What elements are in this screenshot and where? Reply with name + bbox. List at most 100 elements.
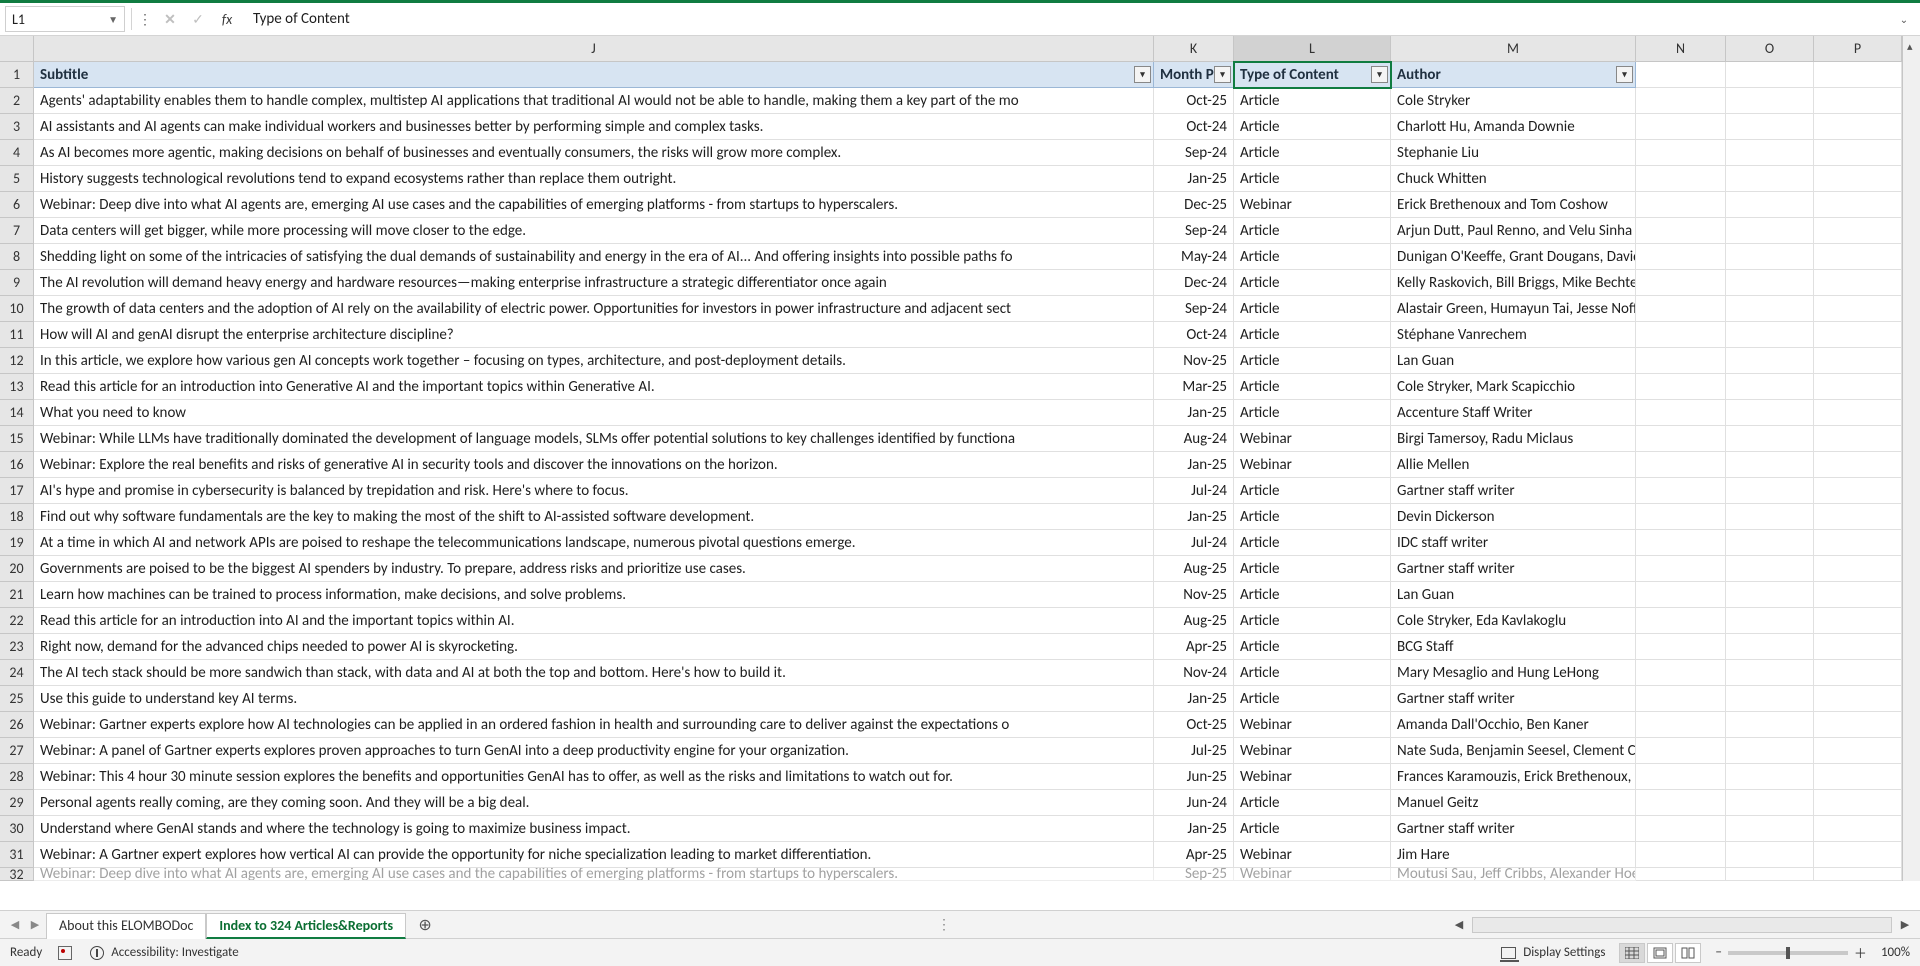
cell-N13[interactable] xyxy=(1636,374,1726,400)
tab-split-handle[interactable]: ⋮ xyxy=(931,916,955,933)
vscroll-track[interactable] xyxy=(1902,634,1920,660)
cell-author[interactable]: Charlott Hu, Amanda Downie xyxy=(1391,114,1636,140)
cell-N9[interactable] xyxy=(1636,270,1726,296)
spreadsheet-area[interactable]: JKLMNOP1Subtitle▾Month P▾Type of Content… xyxy=(0,36,1920,910)
cell-subtitle[interactable]: Webinar: A panel of Gartner experts expl… xyxy=(34,738,1154,764)
filter-icon[interactable]: ▾ xyxy=(1371,66,1388,83)
cell-P18[interactable] xyxy=(1814,504,1902,530)
cell-month[interactable]: Jul-24 xyxy=(1154,478,1234,504)
cell-month[interactable]: May-24 xyxy=(1154,244,1234,270)
row-header-2[interactable]: 2 xyxy=(0,88,34,114)
cell-P13[interactable] xyxy=(1814,374,1902,400)
column-header-M[interactable]: M xyxy=(1391,36,1636,62)
cell-P24[interactable] xyxy=(1814,660,1902,686)
row-header-5[interactable]: 5 xyxy=(0,166,34,192)
zoom-in-icon[interactable]: ＋ xyxy=(1854,943,1867,962)
cell-O3[interactable] xyxy=(1726,114,1814,140)
cell-P19[interactable] xyxy=(1814,530,1902,556)
cell-subtitle[interactable]: The AI tech stack should be more sandwic… xyxy=(34,660,1154,686)
cell-P10[interactable] xyxy=(1814,296,1902,322)
cell-month[interactable]: Sep-24 xyxy=(1154,218,1234,244)
column-header-N[interactable]: N xyxy=(1636,36,1726,62)
cell-O17[interactable] xyxy=(1726,478,1814,504)
cell-O22[interactable] xyxy=(1726,608,1814,634)
cell-type[interactable]: Article xyxy=(1234,88,1391,114)
cell-author[interactable]: Stephanie Liu xyxy=(1391,140,1636,166)
cell-subtitle[interactable]: Read this article for an introduction in… xyxy=(34,608,1154,634)
cell-type[interactable]: Article xyxy=(1234,140,1391,166)
cell-type[interactable]: Webinar xyxy=(1234,426,1391,452)
cell-P23[interactable] xyxy=(1814,634,1902,660)
row-header-4[interactable]: 4 xyxy=(0,140,34,166)
cell-subtitle[interactable]: History suggests technological revolutio… xyxy=(34,166,1154,192)
row-header-23[interactable]: 23 xyxy=(0,634,34,660)
vscroll-track[interactable] xyxy=(1902,608,1920,634)
cell-month[interactable]: Jan-25 xyxy=(1154,452,1234,478)
cell-author[interactable]: Gartner staff writer xyxy=(1391,556,1636,582)
cell-N21[interactable] xyxy=(1636,582,1726,608)
cell-N2[interactable] xyxy=(1636,88,1726,114)
cell-P26[interactable] xyxy=(1814,712,1902,738)
vscroll-track[interactable] xyxy=(1902,712,1920,738)
row-header-18[interactable]: 18 xyxy=(0,504,34,530)
cell-type[interactable]: Article xyxy=(1234,374,1391,400)
filter-icon[interactable]: ▾ xyxy=(1214,66,1231,83)
row-header-24[interactable]: 24 xyxy=(0,660,34,686)
cell-month[interactable]: Jan-25 xyxy=(1154,686,1234,712)
zoom-thumb[interactable] xyxy=(1786,947,1790,959)
cell-type[interactable]: Webinar xyxy=(1234,192,1391,218)
column-header-P[interactable]: P xyxy=(1814,36,1902,62)
cell-N26[interactable] xyxy=(1636,712,1726,738)
cell-P17[interactable] xyxy=(1814,478,1902,504)
cell-N16[interactable] xyxy=(1636,452,1726,478)
zoom-slider[interactable]: − ＋ xyxy=(1715,943,1867,962)
cell-type[interactable]: Webinar xyxy=(1234,764,1391,790)
cell-N15[interactable] xyxy=(1636,426,1726,452)
cell-subtitle[interactable]: Webinar: Deep dive into what AI agents a… xyxy=(34,192,1154,218)
cell-O8[interactable] xyxy=(1726,244,1814,270)
vscroll-track[interactable] xyxy=(1902,478,1920,504)
cell-author[interactable]: Cole Stryker, Eda Kavlakoglu xyxy=(1391,608,1636,634)
row-header-17[interactable]: 17 xyxy=(0,478,34,504)
row-header-10[interactable]: 10 xyxy=(0,296,34,322)
cell-subtitle[interactable]: AI assistants and AI agents can make ind… xyxy=(34,114,1154,140)
cell-P6[interactable] xyxy=(1814,192,1902,218)
row-header-28[interactable]: 28 xyxy=(0,764,34,790)
cell-subtitle[interactable]: Right now, demand for the advanced chips… xyxy=(34,634,1154,660)
cell-O29[interactable] xyxy=(1726,790,1814,816)
vscroll-track[interactable] xyxy=(1902,270,1920,296)
cell-author[interactable]: Frances Karamouzis, Erick Brethenoux, He… xyxy=(1391,764,1636,790)
cell-type[interactable]: Article xyxy=(1234,218,1391,244)
cell-N23[interactable] xyxy=(1636,634,1726,660)
cell-O24[interactable] xyxy=(1726,660,1814,686)
cell-month[interactable]: Dec-24 xyxy=(1154,270,1234,296)
cell-P12[interactable] xyxy=(1814,348,1902,374)
hscroll-right-icon[interactable]: ▶ xyxy=(1896,918,1914,931)
cell-month[interactable]: Jun-25 xyxy=(1154,764,1234,790)
cell-O1[interactable] xyxy=(1726,62,1814,88)
cell-P29[interactable] xyxy=(1814,790,1902,816)
cell-subtitle[interactable]: Webinar: Gartner experts explore how AI … xyxy=(34,712,1154,738)
cell-N18[interactable] xyxy=(1636,504,1726,530)
vscroll-track[interactable] xyxy=(1902,582,1920,608)
row-header-9[interactable]: 9 xyxy=(0,270,34,296)
vscroll-track[interactable] xyxy=(1902,322,1920,348)
cell-O32[interactable] xyxy=(1726,868,1814,881)
cell-P8[interactable] xyxy=(1814,244,1902,270)
vscroll-track[interactable] xyxy=(1902,296,1920,322)
cell-type[interactable]: Article xyxy=(1234,114,1391,140)
row-header-25[interactable]: 25 xyxy=(0,686,34,712)
vscroll-track[interactable] xyxy=(1902,764,1920,790)
row-header-8[interactable]: 8 xyxy=(0,244,34,270)
cell-N11[interactable] xyxy=(1636,322,1726,348)
horizontal-scrollbar[interactable]: ◀ ▶ xyxy=(1450,917,1914,933)
cell-O10[interactable] xyxy=(1726,296,1814,322)
cell-month[interactable]: Jul-25 xyxy=(1154,738,1234,764)
cell-O13[interactable] xyxy=(1726,374,1814,400)
cell-author[interactable]: Gartner staff writer xyxy=(1391,686,1636,712)
row-header-7[interactable]: 7 xyxy=(0,218,34,244)
cell-author[interactable]: Lan Guan xyxy=(1391,348,1636,374)
row-header-27[interactable]: 27 xyxy=(0,738,34,764)
cell-type[interactable]: Article xyxy=(1234,660,1391,686)
hscroll-track[interactable] xyxy=(1472,917,1892,933)
